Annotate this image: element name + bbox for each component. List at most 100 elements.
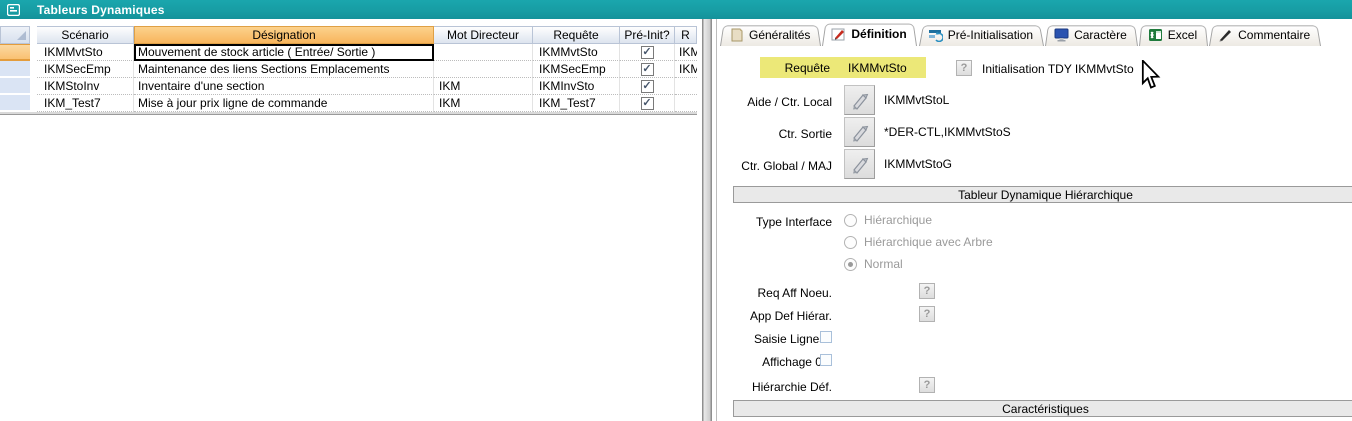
cell-requete[interactable]: IKMMvtSto [533,44,620,61]
tab-generalites[interactable]: Généralités [720,24,821,46]
pre-init-checkbox[interactable]: ✓ [641,97,654,110]
table-row[interactable]: IKMMvtSto Mouvement de stock article ( E… [0,44,697,61]
question-icon: ? [924,379,931,391]
radio-icon [844,236,857,249]
initialisation-help-button[interactable]: ? [956,60,972,76]
app-def-hierar-label: App Def Hiérar. [714,309,832,323]
column-header-pre-init[interactable]: Pré-Init? [620,26,675,44]
cell-requete[interactable]: IKM_Test7 [533,95,620,112]
aide-ctr-local-value[interactable]: IKMMvtStoL [884,93,949,107]
row-selector[interactable] [0,61,30,78]
requete-field[interactable]: Requête IKMMvtSto [760,57,926,78]
column-header-requete[interactable]: Requête [533,26,620,44]
tab-commentaire[interactable]: Commentaire [1209,24,1321,46]
pencil-icon [1218,28,1233,42]
cell-r[interactable]: IKM [675,44,697,61]
pre-init-checkbox[interactable]: ✓ [641,63,654,76]
cell-requete[interactable]: IKMInvSto [533,78,620,95]
question-icon: ? [924,308,931,320]
cell-mot-directeur[interactable]: IKM [434,78,533,95]
ctr-global-maj-edit-button[interactable] [844,149,875,179]
radio-selected-icon [844,258,857,271]
aide-ctr-local-edit-button[interactable] [844,85,875,115]
column-header-r[interactable]: R [675,26,697,44]
excel-icon [1148,28,1163,42]
checkmark-icon: ✓ [642,64,651,75]
column-header-mot-directeur[interactable]: Mot Directeur [434,26,533,44]
edit-pencil-icon [831,27,846,41]
window-title: Tableurs Dynamiques [37,3,165,17]
type-interface-label: Type Interface [714,215,832,229]
radio-hierarchique-avec-arbre[interactable]: Hiérarchique avec Arbre [844,235,993,249]
req-aff-noeu-help-button[interactable]: ? [919,283,935,299]
cell-scenario[interactable]: IKM_Test7 [37,95,134,112]
cell-r[interactable]: IKM [675,61,697,78]
ctr-sortie-value[interactable]: *DER-CTL,IKMMvtStoS [884,125,1011,139]
question-icon: ? [961,62,968,74]
table-row[interactable]: IKMStoInv Inventaire d'une section IKM I… [0,78,697,95]
cell-r[interactable] [675,78,697,95]
checkmark-icon: ✓ [642,81,651,92]
app-def-hierar-help-button[interactable]: ? [919,306,935,322]
cell-designation[interactable]: Maintenance des liens Sections Emplaceme… [134,61,434,78]
saisie-lignes-checkbox[interactable] [820,331,832,343]
tableurs-dynamiques-window: Tableurs Dynamiques Scénario Désignation… [0,0,1352,421]
cell-designation-selected[interactable]: Mouvement de stock article ( Entrée/ Sor… [134,44,434,61]
refresh-rows-icon [928,28,943,42]
select-all-corner[interactable] [0,26,30,44]
radio-icon [844,214,857,227]
cell-r[interactable] [675,95,697,112]
pre-init-checkbox[interactable]: ✓ [641,46,654,59]
radio-normal[interactable]: Normal [844,257,903,271]
tab-excel[interactable]: Excel [1139,24,1208,46]
hand-pen-icon [850,122,870,142]
requete-label: Requête [760,61,830,75]
monitor-icon [1054,28,1069,42]
mouse-cursor [1141,60,1161,90]
cell-mot-directeur[interactable]: IKM [434,95,533,112]
ctr-global-maj-value[interactable]: IKMMvtStoG [884,157,952,171]
cell-scenario[interactable]: IKMMvtSto [37,44,134,61]
table-row[interactable]: IKM_Test7 Mise à jour prix ligne de comm… [0,95,697,112]
section-header-caracteristiques: Caractéristiques [733,400,1352,417]
checkmark-icon: ✓ [642,47,651,58]
cell-requete[interactable]: IKMSecEmp [533,61,620,78]
cell-designation[interactable]: Inventaire d'une section [134,78,434,95]
cell-designation[interactable]: Mise à jour prix ligne de commande [134,95,434,112]
hand-pen-icon [850,90,870,110]
requete-value: IKMMvtSto [848,61,907,75]
column-header-designation[interactable]: Désignation [134,26,434,44]
question-icon: ? [924,285,931,297]
column-header-scenario[interactable]: Scénario [37,26,134,44]
cell-mot-directeur[interactable] [434,61,533,78]
ctr-sortie-label: Ctr. Sortie [714,127,832,141]
table-row[interactable]: IKMSecEmp Maintenance des liens Sections… [0,61,697,78]
row-selector[interactable] [0,44,30,61]
row-selector[interactable] [0,95,30,112]
affichage-0-label: Affichage 0 ? [714,355,832,369]
row-selector[interactable] [0,78,30,95]
hierarchie-def-label: Hiérarchie Déf. [714,380,832,394]
table-bottom-edge [0,112,697,115]
cell-mot-directeur[interactable] [434,44,533,61]
notes-icon [729,28,744,42]
hierarchie-def-help-button[interactable]: ? [919,377,935,393]
definition-panel: Généralités Définition Pré-Initialisatio… [713,19,1352,421]
checkmark-icon: ✓ [642,98,651,109]
ctr-sortie-edit-button[interactable] [844,117,875,147]
cell-scenario[interactable]: IKMStoInv [37,78,134,95]
affichage-0-checkbox[interactable] [820,354,832,366]
panel-splitter[interactable] [702,19,713,421]
tab-strip: Généralités Définition Pré-Initialisatio… [720,24,1322,46]
aide-ctr-local-label: Aide / Ctr. Local [714,95,832,109]
req-aff-noeu-label: Req Aff Noeu. [714,286,832,300]
table-header-row: Scénario Désignation Mot Directeur Requê… [0,26,697,44]
hand-pen-icon [850,154,870,174]
tab-definition[interactable]: Définition [822,22,917,46]
section-header-hierarchique: Tableur Dynamique Hiérarchique [733,186,1352,203]
cell-scenario[interactable]: IKMSecEmp [37,61,134,78]
tab-pre-initialisation[interactable]: Pré-Initialisation [919,24,1044,46]
tab-caractere[interactable]: Caractère [1045,24,1138,46]
pre-init-checkbox[interactable]: ✓ [641,80,654,93]
radio-hierarchique[interactable]: Hiérarchique [844,213,932,227]
